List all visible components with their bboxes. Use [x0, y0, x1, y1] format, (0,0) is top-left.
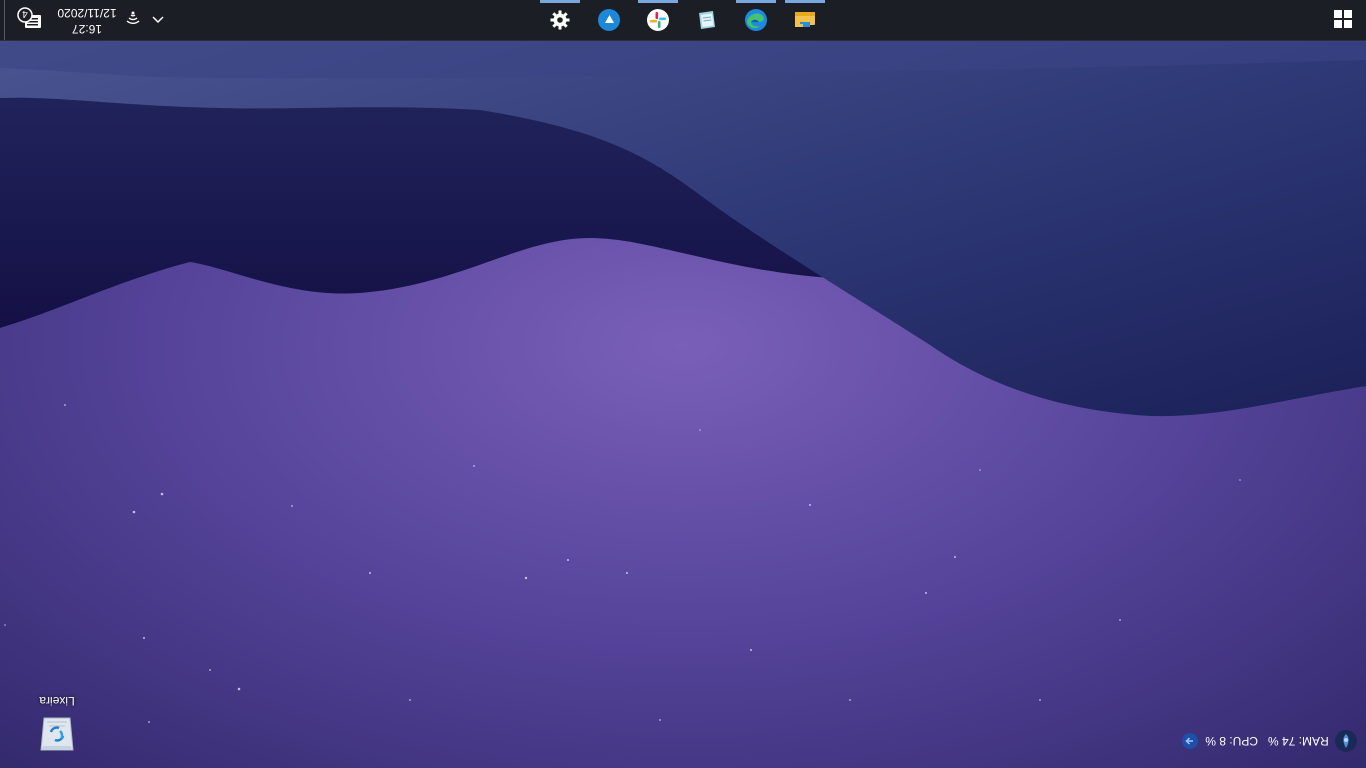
active-indicator — [736, 0, 776, 3]
wifi-icon[interactable] — [124, 10, 142, 28]
active-indicator — [540, 0, 580, 3]
taskbar-app-edge[interactable] — [736, 0, 776, 40]
arrow-left-icon[interactable] — [1181, 732, 1199, 750]
notepad-icon — [699, 11, 715, 29]
chevron-down-icon[interactable] — [150, 12, 166, 28]
system-monitor: RAM: 74 % CPU: 8 % — [1178, 729, 1358, 753]
gear-icon — [550, 10, 570, 30]
edge-icon — [745, 9, 767, 31]
clock-time: 16:27 — [71, 22, 103, 36]
recycle-bin-icon — [40, 717, 74, 751]
monitor-logo-icon[interactable] — [1334, 729, 1358, 753]
play-circle-icon — [598, 9, 620, 31]
recycle-bin-shortcut[interactable]: Lixeira — [24, 690, 90, 762]
notification-center-button[interactable]: 4 — [14, 5, 44, 35]
folder-icon — [795, 12, 815, 27]
system-monitor-readout: RAM: 74 % CPU: 8 % — [1205, 732, 1328, 750]
taskbar-app-media-player[interactable] — [589, 0, 629, 40]
ram-usage: RAM: 74 % — [1268, 734, 1329, 748]
taskbar-app-settings[interactable] — [540, 0, 580, 40]
notification-count: 4 — [22, 8, 28, 19]
cpu-usage: CPU: 8 % — [1205, 734, 1258, 748]
slack-icon — [647, 9, 669, 31]
taskbar: 4 16:27 12/11/2020 — [0, 0, 1366, 41]
active-indicator — [638, 0, 678, 3]
wallpaper — [0, 0, 1366, 768]
taskbar-app-notepad[interactable] — [687, 0, 727, 40]
notification-icon — [17, 7, 41, 28]
taskbar-app-file-explorer[interactable] — [785, 0, 825, 40]
recycle-bin-label: Lixeira — [39, 694, 75, 708]
windows-logo-icon[interactable] — [1334, 10, 1352, 28]
clock[interactable]: 16:27 12/11/2020 — [52, 3, 122, 37]
desktop-screen: 4 16:27 12/11/2020 Lixeira RAM: 74 % CPU… — [0, 0, 1366, 768]
show-desktop-button[interactable] — [0, 0, 5, 40]
taskbar-app-slack[interactable] — [638, 0, 678, 40]
active-indicator — [785, 0, 825, 3]
clock-date: 12/11/2020 — [57, 6, 117, 20]
